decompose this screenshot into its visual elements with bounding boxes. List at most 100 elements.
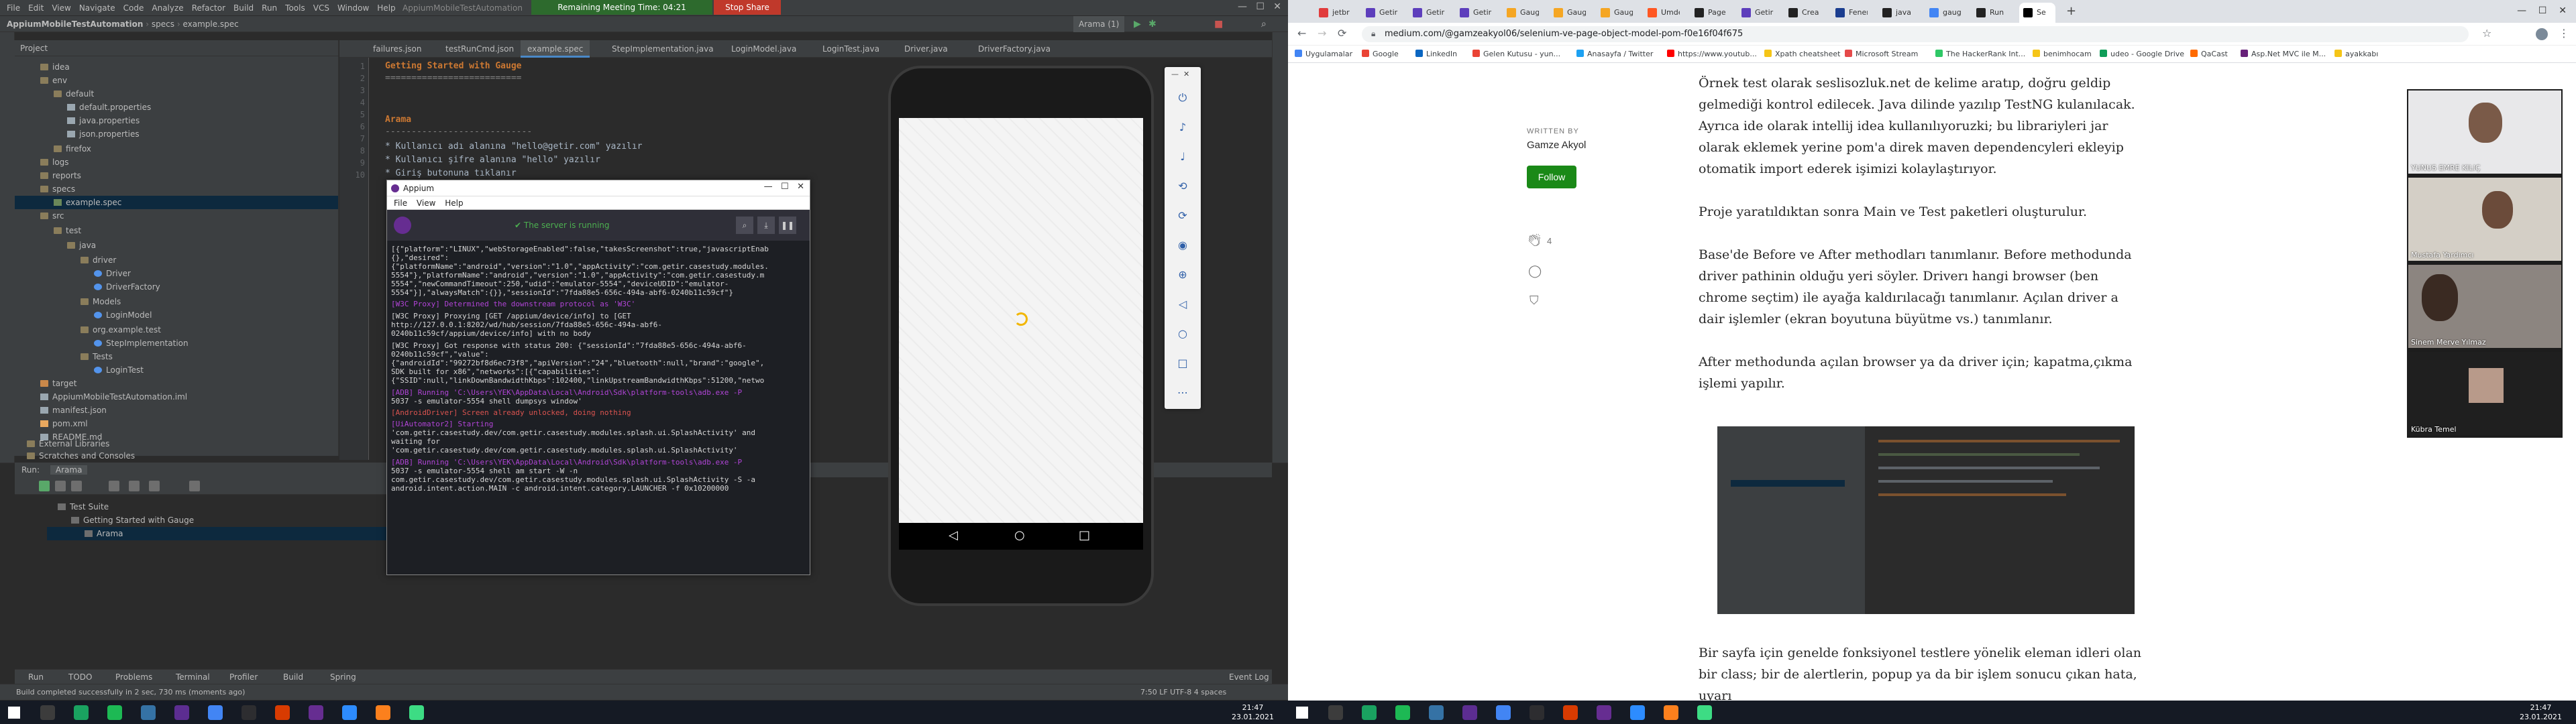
bookmark[interactable]: Xpath cheatsheet (1764, 46, 1840, 63)
taskbar-app-icon[interactable] (1563, 705, 1578, 720)
chrome-window-controls[interactable]: — ☐ ✕ (2517, 5, 2567, 16)
bookmark[interactable]: Microsoft Stream (1845, 46, 1918, 63)
forward-icon[interactable]: → (1318, 27, 1326, 40)
debug-icon[interactable]: ✱ (1148, 16, 1157, 32)
taskbar-app-icon[interactable] (1362, 705, 1377, 720)
tree-item[interactable]: Scratches and Consoles (27, 449, 135, 463)
menu-tools[interactable]: Tools (281, 0, 309, 16)
zoom-icon[interactable] (342, 705, 357, 720)
browser-tab[interactable]: Getir (1362, 3, 1398, 23)
bookmark[interactable]: udeo - Google Drive (2100, 46, 2184, 63)
collapse-all-icon[interactable] (149, 481, 160, 491)
nav-back-icon[interactable]: ◁ (949, 528, 958, 542)
appium-icon[interactable] (309, 705, 323, 720)
tree-item[interactable]: logs (40, 156, 69, 169)
tree-item[interactable]: firefox (54, 142, 91, 156)
menu-code[interactable]: Code (119, 0, 148, 16)
browser-tab[interactable]: Umde (1644, 3, 1680, 23)
tree-item[interactable]: org.example.test (80, 323, 161, 337)
taskbar-app-icon[interactable] (275, 705, 290, 720)
tree-item[interactable]: java.properties (67, 114, 140, 127)
filter-passed-icon[interactable] (55, 481, 66, 491)
tree-item[interactable]: target (40, 377, 77, 390)
tree-item[interactable]: java (67, 239, 96, 252)
volume-up-icon[interactable]: ♪ (1176, 121, 1189, 134)
tab-stepimplementation[interactable]: StepImplementation.java (605, 40, 720, 58)
tab-failures[interactable]: failures.json (366, 40, 429, 58)
tab-loginmodel[interactable]: LoginModel.java (724, 40, 803, 58)
menu-view[interactable]: View (48, 0, 74, 16)
browser-tab-active[interactable]: Se (2019, 3, 2055, 23)
bookmark[interactable]: The HackerRank Int... (1935, 46, 2025, 63)
taskbar-app-icon[interactable] (241, 705, 256, 720)
tree-item[interactable]: env (40, 74, 67, 87)
browser-tab[interactable]: Crea (1784, 3, 1821, 23)
back-icon[interactable]: ← (1297, 27, 1306, 40)
tree-item[interactable]: StepImplementation (94, 337, 189, 350)
tab-profiler[interactable]: Profiler (229, 670, 258, 684)
tree-item[interactable]: driver (80, 253, 116, 267)
participant-tile[interactable]: Mustafa Yardımcı (2407, 176, 2563, 262)
tree-item[interactable]: LoginModel (94, 308, 152, 322)
bookmark-star-icon[interactable]: ☆ (2482, 27, 2491, 40)
menu-window[interactable]: Window (333, 0, 373, 16)
reload-icon[interactable]: ⟳ (1338, 27, 1346, 40)
browser-tab[interactable]: Gauge (1597, 3, 1633, 23)
volume-down-icon[interactable]: ♩ (1176, 150, 1189, 164)
spotify-icon[interactable] (1395, 705, 1410, 720)
appium-icon[interactable] (1597, 705, 1611, 720)
more-icon[interactable]: ⋯ (1176, 386, 1189, 400)
menu-analyze[interactable]: Analyze (148, 0, 187, 16)
run-icon[interactable]: ▶ (1134, 16, 1141, 32)
search-icon[interactable] (1328, 705, 1343, 720)
tab-build[interactable]: Build (283, 670, 303, 684)
bookmark-icon[interactable]: ⛉ (1529, 294, 1539, 308)
bookmark[interactable]: Uygulamalar (1295, 46, 1352, 63)
appium-menu-file[interactable]: File (394, 198, 407, 208)
bookmark[interactable]: Asp.Net MVC ile M... (2241, 46, 2326, 63)
nav-recents-icon[interactable]: □ (1079, 528, 1090, 542)
taskbar-app-icon[interactable] (1429, 705, 1444, 720)
breadcrumb-file[interactable]: example.spec (182, 19, 238, 29)
zoom-icon[interactable]: ⊕ (1176, 268, 1189, 282)
sort-icon[interactable] (109, 481, 119, 491)
browser-tab[interactable]: jetbr (1315, 3, 1351, 23)
stop-share-button[interactable]: Stop Share (714, 0, 781, 15)
bookmark[interactable]: Anasayfa / Twitter (1576, 46, 1653, 63)
bookmark[interactable]: ayakkabı (2334, 46, 2378, 63)
emu-window-controls[interactable]: — ✕ (1171, 70, 1189, 78)
overview-icon[interactable]: □ (1176, 357, 1189, 370)
address-bar[interactable]: medium.com/@gamzeakyol06/selenium-ve-pag… (1362, 26, 2469, 42)
tree-item[interactable]: External Libraries (27, 437, 109, 450)
windows-start-icon[interactable] (1296, 707, 1308, 719)
tab-problems[interactable]: Problems (115, 670, 152, 684)
bookmark[interactable]: benimhocam (2033, 46, 2092, 63)
browser-tab[interactable]: Getir (1409, 3, 1445, 23)
tab-logintest[interactable]: LoginTest.java (816, 40, 886, 58)
android-studio-icon[interactable] (1697, 705, 1712, 720)
chrome-icon[interactable] (208, 705, 223, 720)
intellij-icon[interactable] (1664, 705, 1678, 720)
bookmark[interactable]: LinkedIn (1415, 46, 1457, 63)
tab-spring[interactable]: Spring (330, 670, 356, 684)
tree-item[interactable]: json.properties (67, 127, 140, 141)
tree-item[interactable]: manifest.json (40, 404, 107, 417)
profile-icon[interactable] (2536, 28, 2548, 40)
android-studio-icon[interactable] (409, 705, 424, 720)
tab-run[interactable]: Run (28, 670, 44, 684)
back-icon[interactable]: ◁ (1176, 298, 1189, 311)
tree-item[interactable]: pom.xml (40, 417, 88, 430)
window-controls[interactable]: — ☐ ✕ (1238, 1, 1281, 12)
rerun-icon[interactable] (39, 481, 50, 491)
menu-file[interactable]: File (3, 0, 24, 16)
participant-tile[interactable]: Sinem Merve Yılmaz (2407, 263, 2563, 349)
browser-tab[interactable]: Page (1690, 3, 1727, 23)
tree-item[interactable]: LoginTest (94, 363, 144, 377)
tree-item[interactable]: Models (80, 295, 121, 308)
run-tree-item[interactable]: Getting Started with Gauge (71, 514, 194, 527)
run-tree-item-selected[interactable]: Arama (47, 527, 389, 540)
run-tab-arama[interactable]: Arama (50, 465, 88, 475)
tree-item[interactable]: default (54, 87, 94, 101)
bookmark[interactable]: Gelen Kutusu - yun... (1472, 46, 1560, 63)
tree-item[interactable]: Driver (94, 267, 131, 280)
